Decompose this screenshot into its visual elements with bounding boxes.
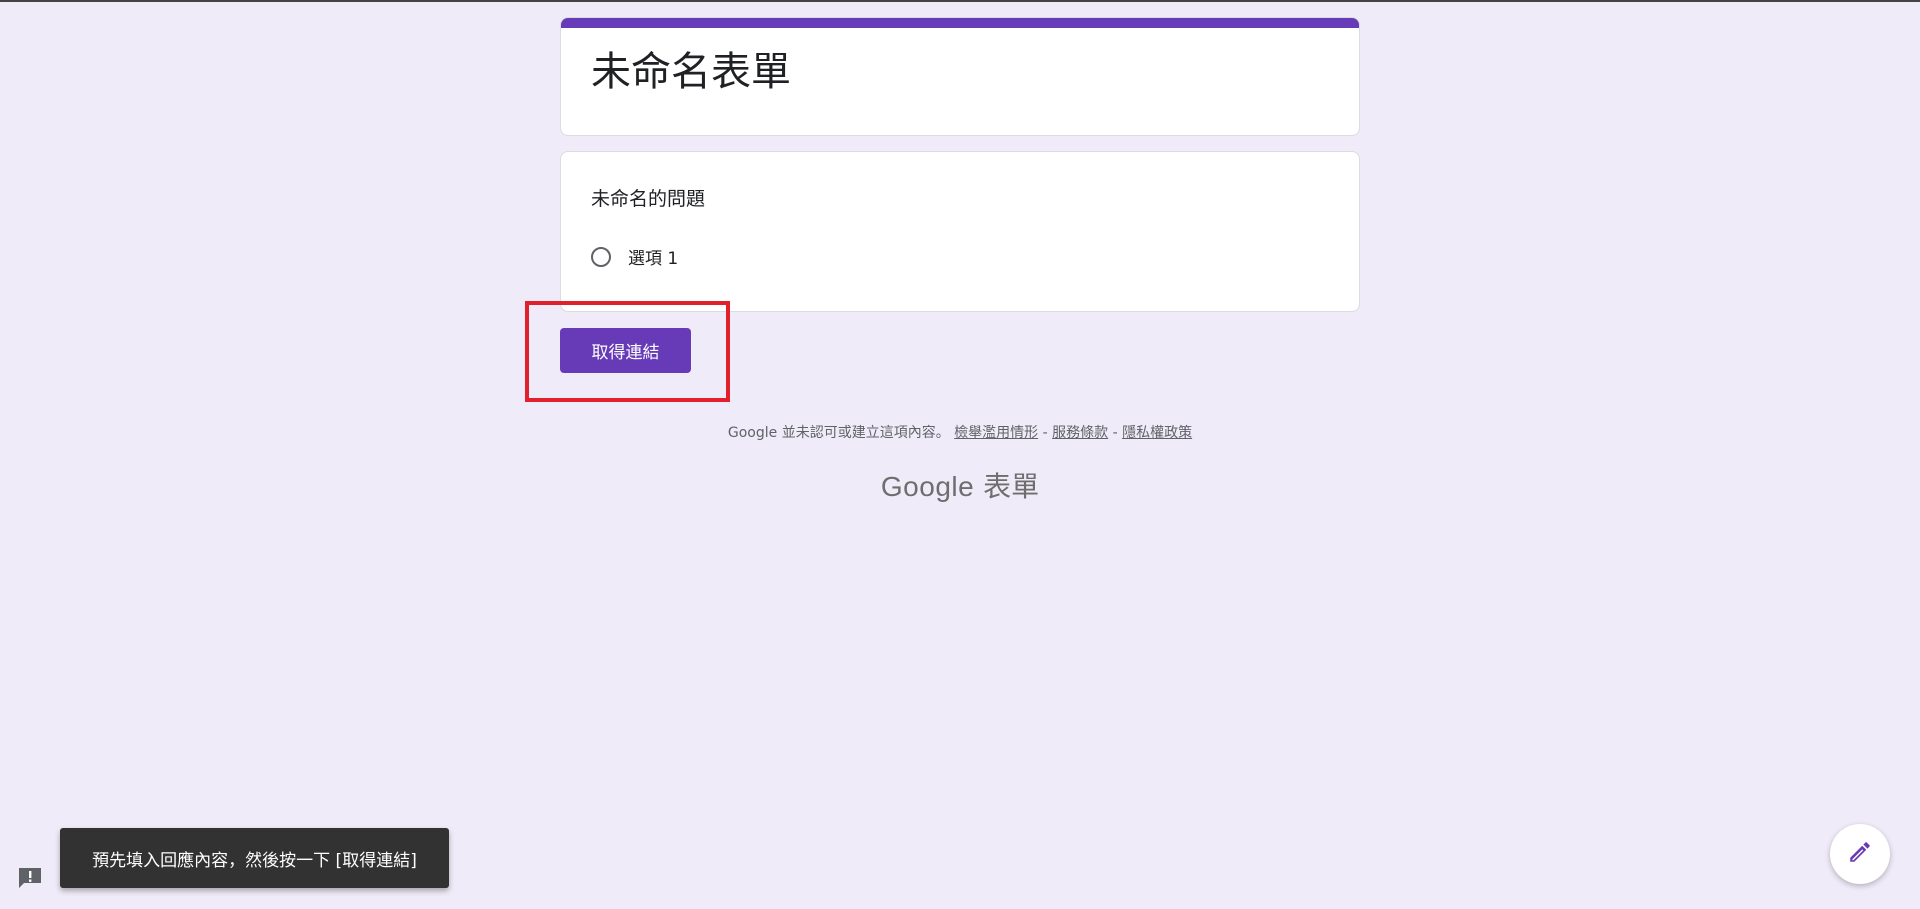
form-title-card: 未命名表單 [560,17,1360,136]
question-card: 未命名的問題 選項 1 [560,151,1360,312]
radio-button[interactable] [591,246,611,267]
form-title: 未命名表單 [591,49,791,95]
report-abuse-link[interactable]: 檢舉濫用情形 [954,425,1038,441]
brand-product: 表單 [983,470,1040,503]
separator: - [1042,425,1048,441]
brand-google: Google [880,471,975,502]
accent-bar [561,18,1359,28]
get-link-button[interactable]: 取得連結 [560,328,691,373]
option-label: 選項 1 [628,249,679,269]
footer-disclaimer: Google 並未認可或建立這項內容。 檢舉濫用情形 - 服務條款 - 隱私權政… [560,422,1360,442]
form-container: 未命名表單 未命名的問題 選項 1 取得連結 Google 並未認可或建立這項內… [525,17,1360,503]
top-border-line [0,0,1920,2]
privacy-link[interactable]: 隱私權政策 [1122,425,1192,441]
separator: - [1112,425,1118,441]
question-title: 未命名的問題 [591,188,706,210]
snackbar-message: 預先填入回應內容，然後按一下 [取得連結] [92,850,417,871]
option-row[interactable]: 選項 1 [591,244,678,269]
feedback-icon[interactable] [17,867,43,889]
edit-button[interactable] [1830,824,1890,884]
terms-link[interactable]: 服務條款 [1052,425,1108,441]
snackbar: 預先填入回應內容，然後按一下 [取得連結] [60,828,449,888]
google-forms-logo[interactable]: Google 表單 [560,465,1360,505]
disclaimer-text: Google 並未認可或建立這項內容。 [727,425,950,441]
edit-pencil-icon [1847,839,1873,869]
